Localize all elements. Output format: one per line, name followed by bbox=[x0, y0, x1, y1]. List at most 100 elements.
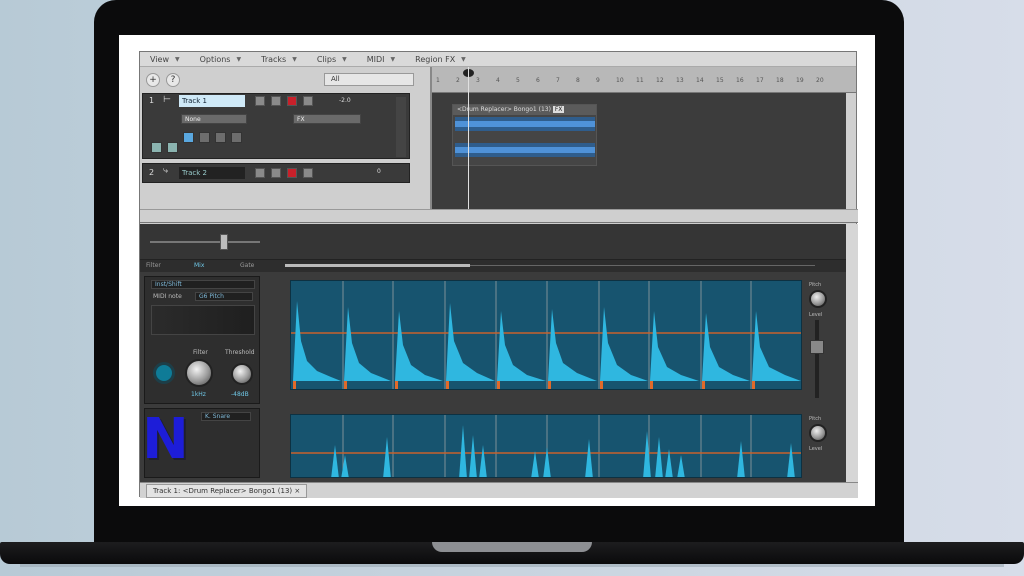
pitch-knob[interactable] bbox=[809, 290, 827, 308]
vertical-scrollbar[interactable] bbox=[846, 93, 856, 209]
fx-select[interactable]: FX bbox=[293, 114, 361, 124]
clip-title: <Drum Replacer> Bongo1 (13) FX bbox=[453, 105, 596, 115]
laptop-notch bbox=[432, 542, 592, 552]
clip-fx-badge: FX bbox=[552, 106, 565, 113]
edit-button[interactable] bbox=[199, 132, 210, 143]
threshold-knob[interactable] bbox=[231, 363, 253, 385]
track-value: -2.0 bbox=[339, 97, 351, 104]
expand-button[interactable] bbox=[151, 142, 162, 153]
editor-top bbox=[140, 224, 846, 260]
track-type-icon: ⊢ bbox=[163, 95, 171, 105]
drum-row-2-waveform[interactable] bbox=[290, 414, 802, 478]
track-value: 0 bbox=[377, 168, 381, 175]
drum-replacer-editor: Filter Mix Gate Inst/Shift MIDI note G6 … bbox=[140, 224, 846, 482]
midi-note-label: MIDI note bbox=[153, 293, 182, 300]
level-label: Level bbox=[809, 312, 823, 318]
laptop-screen: View ▼ Options ▼ Tracks ▼ Clips ▼ MIDI ▼ Regi… bbox=[119, 35, 875, 506]
drum-row-1-waveform[interactable] bbox=[290, 280, 802, 390]
waveform-graphic bbox=[291, 415, 801, 477]
laptop-shadow bbox=[20, 564, 1004, 567]
row-1-output-controls: Pitch Level bbox=[805, 280, 835, 400]
chevron-down-icon: ▼ bbox=[292, 55, 297, 63]
menu-midi[interactable]: MIDI ▼ bbox=[357, 52, 405, 66]
menu-view[interactable]: View ▼ bbox=[140, 52, 190, 66]
editor-tab[interactable]: Track 1: <Drum Replacer> Bongo1 (13) × bbox=[146, 484, 308, 498]
drum-row-1-controls: Inst/Shift MIDI note G6 Pitch Filter 1kH… bbox=[144, 276, 260, 404]
filter-value: 1kHz bbox=[191, 391, 206, 398]
track-filter-select[interactable]: All bbox=[324, 73, 414, 86]
tab-filter[interactable]: Filter bbox=[146, 262, 161, 269]
filter-knob[interactable] bbox=[185, 359, 213, 387]
close-icon[interactable]: × bbox=[294, 487, 300, 495]
chevron-down-icon: ▼ bbox=[390, 55, 396, 63]
clip-lane bbox=[455, 121, 595, 127]
horizontal-scrollbar[interactable] bbox=[140, 209, 858, 223]
editor-tabs: Filter Mix Gate bbox=[140, 260, 846, 272]
timeline-ruler[interactable]: 1 2 3 4 5 6 7 8 9 10 11 12 13 14 15 16 17 18 19 20 bbox=[432, 67, 856, 93]
menu-clips[interactable]: Clips ▼ bbox=[307, 52, 357, 66]
zoom-slider[interactable] bbox=[150, 241, 260, 243]
track-pane: + ? All 1 ⊢ Track 1 -2.0 None FX 2 ⤷ Tra… bbox=[140, 67, 430, 209]
logo-letter: N bbox=[142, 408, 189, 466]
mute-button[interactable] bbox=[255, 168, 265, 178]
mute-button[interactable] bbox=[255, 96, 265, 106]
pitch-label: Pitch bbox=[809, 282, 822, 288]
menu-tracks[interactable]: Tracks ▼ bbox=[251, 52, 307, 66]
chevron-down-icon: ▼ bbox=[236, 55, 242, 63]
tab-mix[interactable]: Mix bbox=[194, 262, 204, 269]
level-fader-handle[interactable] bbox=[810, 340, 824, 354]
status-bar: Track 1: <Drum Replacer> Bongo1 (13) × bbox=[140, 482, 858, 498]
chevron-down-icon: ▼ bbox=[174, 55, 180, 63]
daw-window: View ▼ Options ▼ Tracks ▼ Clips ▼ MIDI ▼ Regi… bbox=[139, 51, 858, 498]
help-button[interactable]: ? bbox=[166, 73, 180, 87]
row-2-output-controls: Pitch Level bbox=[805, 414, 835, 478]
track-row-1[interactable]: 1 ⊢ Track 1 -2.0 None FX bbox=[142, 93, 410, 159]
overview-scroll[interactable] bbox=[285, 264, 470, 267]
track-number: 2 bbox=[149, 168, 155, 177]
track-toolbar: + ? All bbox=[144, 71, 426, 89]
monitor-button[interactable] bbox=[303, 168, 313, 178]
audio-clip[interactable]: <Drum Replacer> Bongo1 (13) FX bbox=[452, 104, 597, 166]
playhead-line bbox=[468, 67, 469, 209]
menu-options[interactable]: Options ▼ bbox=[190, 52, 252, 66]
record-arm-button[interactable] bbox=[287, 168, 297, 178]
menu-region-fx[interactable]: Region FX ▼ bbox=[405, 52, 476, 66]
monitor-button[interactable] bbox=[303, 96, 313, 106]
pitch-label: Pitch bbox=[809, 416, 822, 422]
channel-logo: N N bbox=[142, 408, 191, 466]
preset-select[interactable]: Inst/Shift bbox=[151, 280, 255, 289]
midi-note-select[interactable]: G6 Pitch bbox=[195, 292, 253, 301]
input-select[interactable]: None bbox=[181, 114, 247, 124]
chevron-down-icon: ▼ bbox=[342, 55, 347, 63]
archive-button[interactable] bbox=[231, 132, 242, 143]
threshold-value: -48dB bbox=[231, 391, 249, 398]
track-meter bbox=[396, 97, 406, 157]
level-fader-track bbox=[815, 320, 819, 398]
pitch-knob[interactable] bbox=[809, 424, 827, 442]
automation-button[interactable] bbox=[183, 132, 194, 143]
waveform-graphic bbox=[291, 281, 801, 389]
freeze-button[interactable] bbox=[215, 132, 226, 143]
filter-label: Filter bbox=[193, 349, 208, 356]
chevron-down-icon: ▼ bbox=[461, 55, 466, 63]
menu-bar: View ▼ Options ▼ Tracks ▼ Clips ▼ MIDI ▼ Regi… bbox=[140, 52, 856, 67]
solo-button[interactable] bbox=[271, 168, 281, 178]
threshold-label: Threshold bbox=[225, 349, 255, 356]
zoom-slider-handle[interactable] bbox=[220, 234, 228, 250]
record-arm-button[interactable] bbox=[287, 96, 297, 106]
track-number: 1 bbox=[149, 96, 155, 105]
trigger-button[interactable] bbox=[153, 362, 175, 384]
track-type-icon: ⤷ bbox=[163, 166, 169, 176]
sample-preview bbox=[151, 305, 255, 335]
editor-scrollbar[interactable] bbox=[846, 224, 858, 482]
track-row-2[interactable]: 2 ⤷ Track 2 0 bbox=[142, 163, 410, 183]
clip-lane bbox=[455, 147, 595, 153]
preset-select[interactable]: K. Snare bbox=[201, 412, 251, 421]
level-label: Level bbox=[809, 446, 823, 452]
add-track-button[interactable]: + bbox=[146, 73, 160, 87]
track-name-field[interactable]: Track 1 bbox=[179, 95, 245, 107]
track-name-field[interactable]: Track 2 bbox=[179, 167, 245, 179]
collapse-button[interactable] bbox=[167, 142, 178, 153]
tab-gate[interactable]: Gate bbox=[240, 262, 254, 269]
solo-button[interactable] bbox=[271, 96, 281, 106]
